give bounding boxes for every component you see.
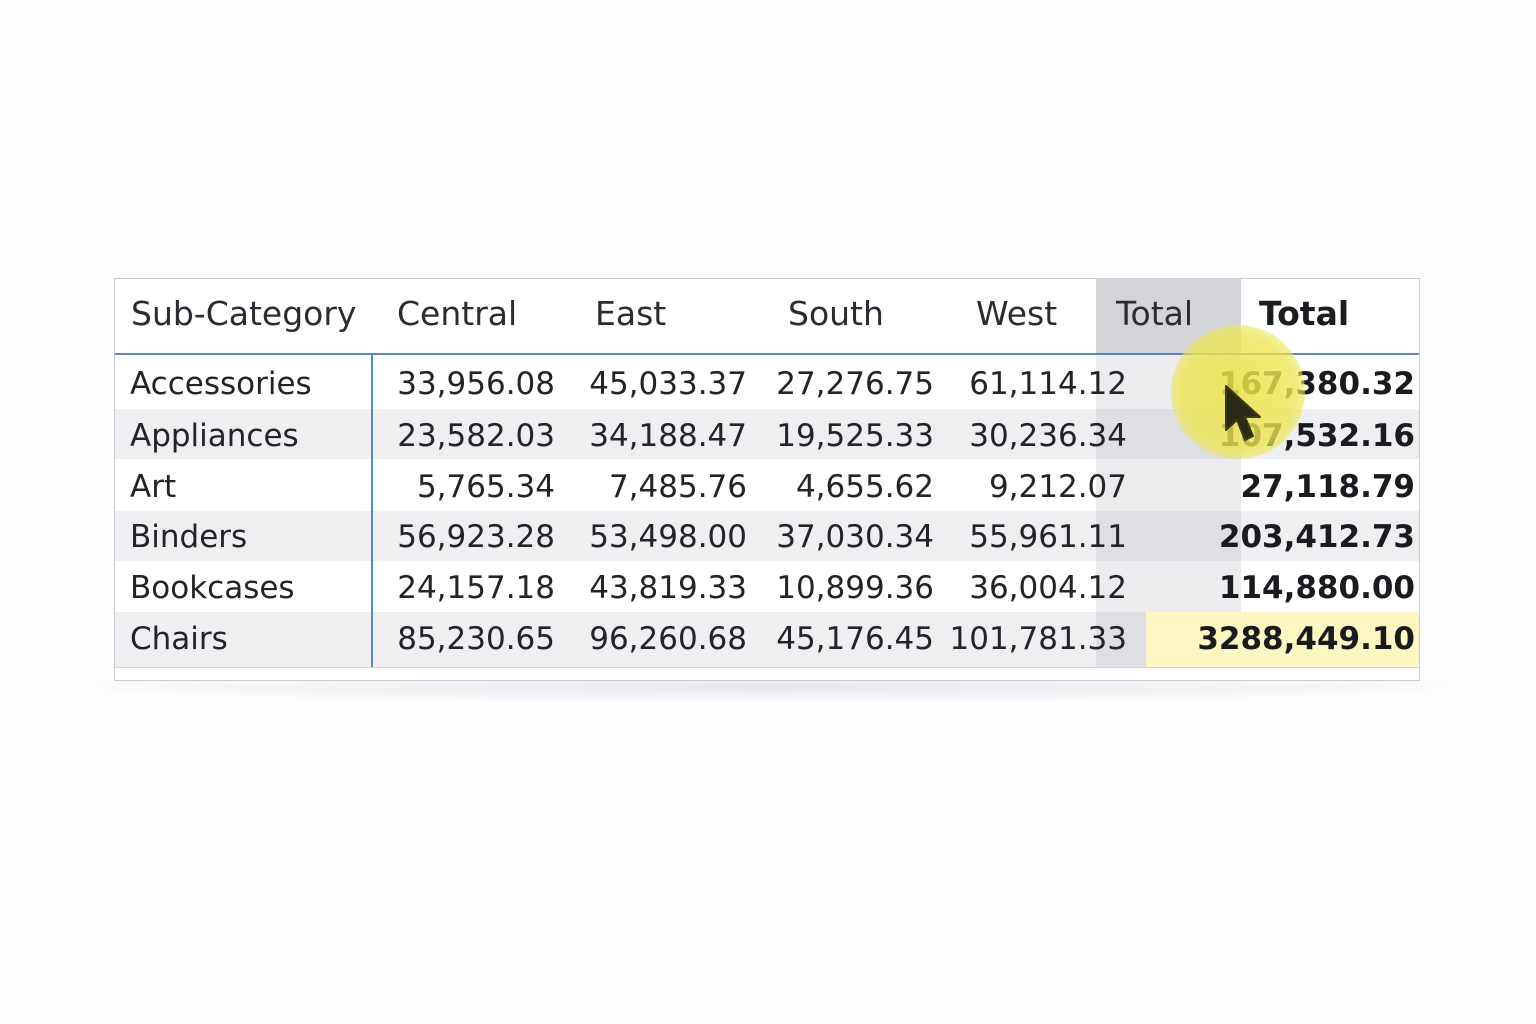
row-label-accessories[interactable]: Accessories bbox=[130, 369, 312, 400]
cell-south[interactable]: 37,030.34 bbox=[754, 522, 934, 553]
cell-west[interactable]: 36,004.12 bbox=[947, 573, 1127, 604]
table-bottom-divider bbox=[115, 667, 1419, 668]
cell-total[interactable]: 114,880.00 bbox=[1155, 573, 1415, 604]
cell-central[interactable]: 5,765.34 bbox=[375, 472, 555, 503]
cell-east[interactable]: 53,498.00 bbox=[567, 522, 747, 553]
row-label-appliances[interactable]: Appliances bbox=[130, 421, 299, 452]
cell-east[interactable]: 96,260.68 bbox=[567, 624, 747, 655]
cell-south[interactable]: 45,176.45 bbox=[754, 624, 934, 655]
cell-total[interactable]: 203,412.73 bbox=[1155, 522, 1415, 553]
cell-south[interactable]: 10,899.36 bbox=[754, 573, 934, 604]
cell-south[interactable]: 27,276.75 bbox=[754, 369, 934, 400]
cell-east[interactable]: 43,819.33 bbox=[567, 573, 747, 604]
cell-west[interactable]: 30,236.34 bbox=[947, 421, 1127, 452]
pointer-arrow-icon bbox=[1225, 385, 1261, 441]
cell-west[interactable]: 9,212.07 bbox=[947, 472, 1127, 503]
cell-south[interactable]: 19,525.33 bbox=[754, 421, 934, 452]
row-label-chairs[interactable]: Chairs bbox=[130, 624, 228, 655]
cell-east[interactable]: 45,033.37 bbox=[567, 369, 747, 400]
header-east[interactable]: East bbox=[595, 297, 666, 330]
row-label-bookcases[interactable]: Bookcases bbox=[130, 573, 295, 604]
cell-central[interactable]: 85,230.65 bbox=[375, 624, 555, 655]
cell-east[interactable]: 34,188.47 bbox=[567, 421, 747, 452]
header-subcategory[interactable]: Sub-Category bbox=[131, 297, 356, 330]
cell-central[interactable]: 24,157.18 bbox=[375, 573, 555, 604]
cell-central[interactable]: 23,582.03 bbox=[375, 421, 555, 452]
cell-west[interactable]: 101,781.33 bbox=[947, 624, 1128, 655]
cell-south[interactable]: 4,655.62 bbox=[754, 472, 934, 503]
cell-west[interactable]: 55,961.11 bbox=[947, 522, 1127, 553]
cell-central[interactable]: 33,956.08 bbox=[375, 369, 555, 400]
row-header-divider bbox=[371, 354, 373, 668]
report-canvas: Sub-Category Central East South West Tot… bbox=[0, 0, 1536, 1024]
cell-west[interactable]: 61,114.12 bbox=[947, 369, 1127, 400]
header-south[interactable]: South bbox=[788, 297, 884, 330]
row-label-art[interactable]: Art bbox=[130, 472, 176, 503]
cell-grand-total[interactable]: 3288,449.10 bbox=[1155, 624, 1415, 655]
header-total-row[interactable]: Total bbox=[1259, 297, 1349, 330]
row-label-binders[interactable]: Binders bbox=[130, 522, 247, 553]
cell-total[interactable]: 27,118.79 bbox=[1155, 472, 1415, 503]
cell-east[interactable]: 7,485.76 bbox=[567, 472, 747, 503]
cell-central[interactable]: 56,923.28 bbox=[375, 522, 555, 553]
header-total-column[interactable]: Total bbox=[1116, 297, 1193, 330]
header-west[interactable]: West bbox=[976, 297, 1057, 330]
header-central[interactable]: Central bbox=[397, 297, 517, 330]
